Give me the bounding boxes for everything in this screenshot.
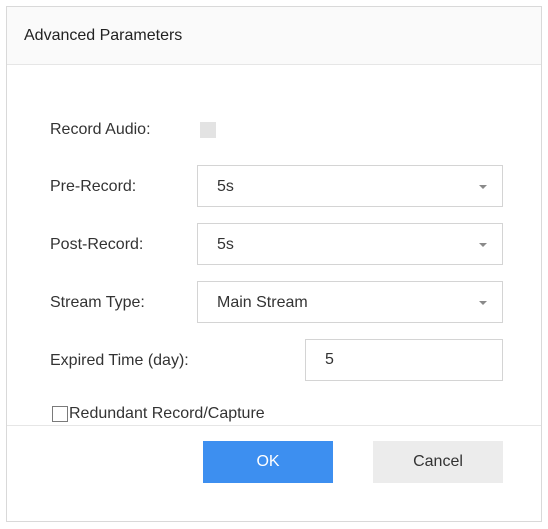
footer-divider xyxy=(7,425,541,426)
stream-type-value: Main Stream xyxy=(217,294,308,311)
redundant-record-checkbox[interactable] xyxy=(52,406,68,422)
dialog-title: Advanced Parameters xyxy=(24,27,183,44)
advanced-parameters-dialog: Advanced Parameters Record Audio: Pre-Re… xyxy=(6,6,542,522)
ok-button[interactable]: OK xyxy=(203,441,333,483)
stream-type-label: Stream Type: xyxy=(50,294,145,311)
post-record-select[interactable]: 5s xyxy=(197,223,503,265)
pre-record-value: 5s xyxy=(217,178,234,195)
record-audio-label: Record Audio: xyxy=(50,121,151,138)
pre-record-select[interactable]: 5s xyxy=(197,165,503,207)
expired-time-input[interactable] xyxy=(305,339,503,381)
cancel-button[interactable]: Cancel xyxy=(373,441,503,483)
post-record-value: 5s xyxy=(217,236,234,253)
chevron-down-icon xyxy=(479,301,487,305)
redundant-record-label[interactable]: Redundant Record/Capture xyxy=(69,405,265,423)
pre-record-label: Pre-Record: xyxy=(50,178,137,195)
dialog-header: Advanced Parameters xyxy=(7,7,541,65)
expired-time-label: Expired Time (day): xyxy=(50,352,189,369)
stream-type-select[interactable]: Main Stream xyxy=(197,281,503,323)
post-record-label: Post-Record: xyxy=(50,236,144,253)
chevron-down-icon xyxy=(479,185,487,189)
record-audio-checkbox[interactable] xyxy=(200,122,216,138)
chevron-down-icon xyxy=(479,243,487,247)
